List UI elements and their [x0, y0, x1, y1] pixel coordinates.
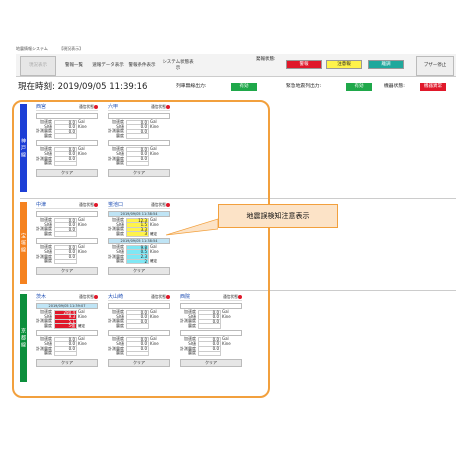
highlight-frame [12, 100, 270, 398]
status-bar: 現在時刻: 2019/09/05 11:39:16 列車無線出力: 有効 緊急地震列… [16, 80, 456, 94]
window-title: 地震情報システム [16, 46, 48, 51]
status-label-2: 機器状態: [384, 84, 405, 89]
alert-chip-1: 注意報 [326, 60, 362, 69]
buzzer-stop-button[interactable]: ブザー停止 [416, 56, 454, 76]
window-tab[interactable]: 【現況表示】 [59, 46, 83, 51]
callout-pointer [166, 218, 218, 236]
status-value-1: 有効 [346, 83, 372, 91]
title-bar: 地震情報システム 【現況表示】 [16, 44, 456, 54]
status-label-0: 列車無線出力: [176, 84, 207, 89]
alarm-condition-button[interactable]: 警報条件表示 [124, 56, 160, 76]
current-time: 現在時刻: 2019/09/05 11:39:16 [18, 82, 148, 92]
false-detection-callout: 地震誤検知注意表示 [218, 204, 338, 228]
current-status-button[interactable]: 現況表示 [20, 56, 56, 76]
status-value-0: 有効 [231, 83, 257, 91]
preliminary-data-button[interactable]: 速報データ表示 [90, 56, 126, 76]
toolbar: 現況表示 警報一覧 速報データ表示 警報条件表示 システム状態表示 発報状態: 警報 注意… [16, 54, 456, 77]
alarm-list-button[interactable]: 警報一覧 [56, 56, 92, 76]
status-value-2: 機器異常 [420, 83, 446, 91]
status-label-1: 緊急地震列出力: [286, 84, 322, 89]
system-status-button[interactable]: システム状態表示 [160, 56, 196, 76]
alert-chip-2: 離調 [368, 60, 404, 69]
alert-chip-0: 警報 [286, 60, 322, 69]
alert-state-label: 発報状態: [256, 57, 276, 62]
